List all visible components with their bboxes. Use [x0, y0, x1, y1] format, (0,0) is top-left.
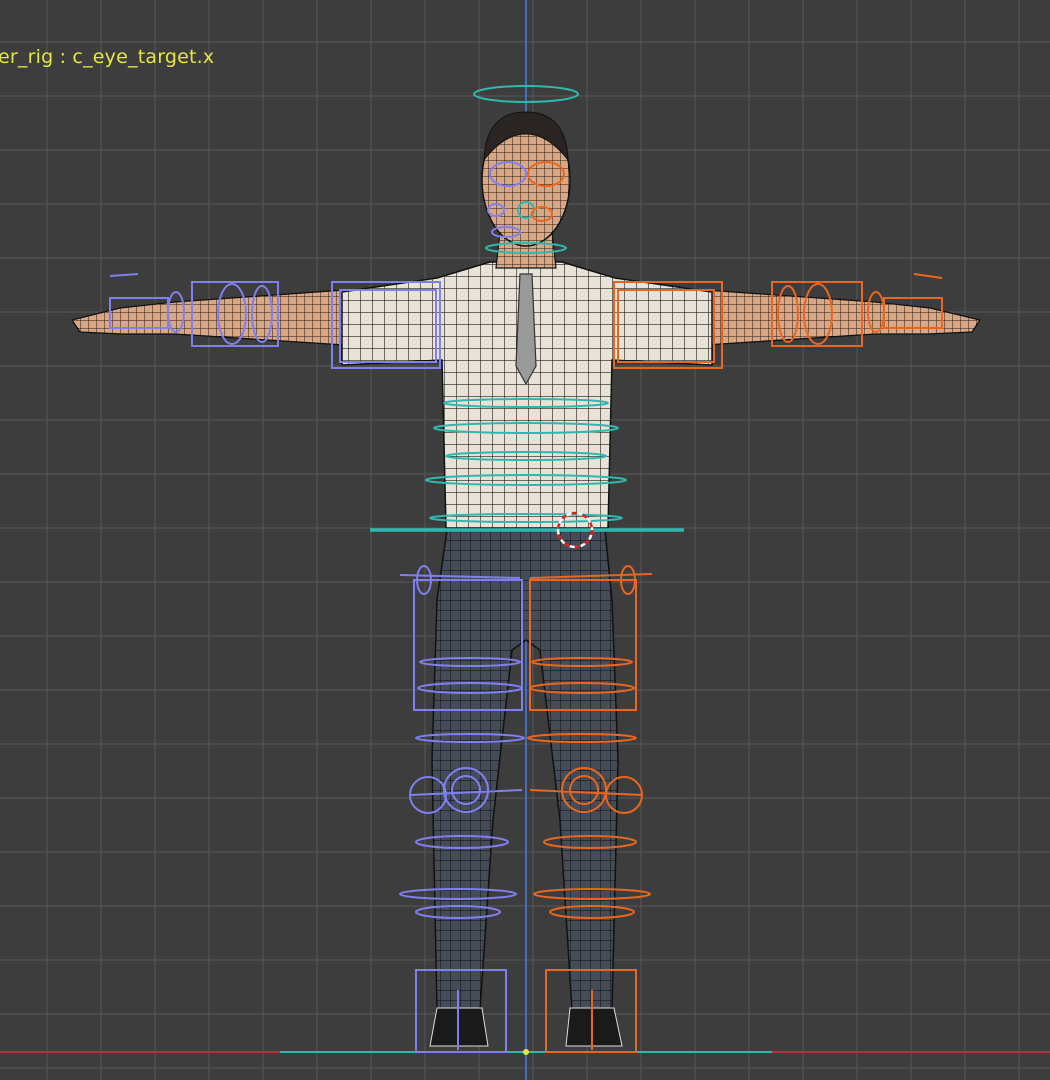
pants-mesh [431, 529, 619, 1011]
active-object-label: er_rig : c_eye_target.x [0, 46, 215, 68]
origin-point [523, 1049, 529, 1055]
3d-viewport[interactable]: er_rig : c_eye_target.x [0, 0, 1050, 1080]
viewport-canvas[interactable] [0, 0, 1050, 1080]
right-shoe [565, 1007, 623, 1047]
tie-mesh [515, 273, 537, 386]
